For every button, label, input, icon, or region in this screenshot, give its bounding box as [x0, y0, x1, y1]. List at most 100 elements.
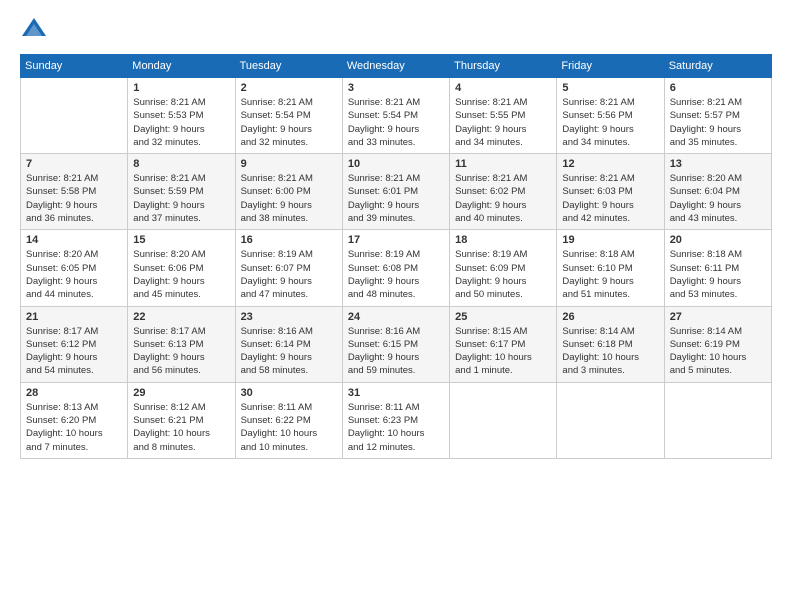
day-number: 12: [562, 158, 658, 170]
day-number: 11: [455, 158, 551, 170]
calendar-cell: [450, 382, 557, 458]
calendar-cell: [21, 78, 128, 154]
day-info: Sunrise: 8:11 AMSunset: 6:23 PMDaylight:…: [348, 401, 444, 454]
calendar-cell: 14Sunrise: 8:20 AMSunset: 6:05 PMDayligh…: [21, 230, 128, 306]
day-info: Sunrise: 8:20 AMSunset: 6:06 PMDaylight:…: [133, 248, 229, 301]
day-header-wednesday: Wednesday: [342, 55, 449, 78]
day-number: 1: [133, 82, 229, 94]
calendar-cell: 23 Sunrise: 8:16 AMSunset: 6:14 PMDayligh…: [235, 306, 342, 382]
day-number: 19: [562, 234, 658, 246]
calendar-cell: 16 Sunrise: 8:19 AMSunset: 6:07 PMDayligh…: [235, 230, 342, 306]
day-info: Sunrise: 8:21 AMSunset: 5:59 PMDaylight:…: [133, 172, 229, 225]
calendar-week-5: 28 Sunrise: 8:13 AMSunset: 6:20 PMDayligh…: [21, 382, 772, 458]
calendar-cell: [557, 382, 664, 458]
day-header-monday: Monday: [128, 55, 235, 78]
day-number: 17: [348, 234, 444, 246]
calendar-cell: 18 Sunrise: 8:19 AMSunset: 6:09 PMDayligh…: [450, 230, 557, 306]
day-number: 5: [562, 82, 658, 94]
day-number: 2: [241, 82, 337, 94]
day-number: 26: [562, 311, 658, 323]
calendar-cell: 27Sunrise: 8:14 AMSunset: 6:19 PMDayligh…: [664, 306, 771, 382]
day-number: 16: [241, 234, 337, 246]
calendar-cell: 15 Sunrise: 8:20 AMSunset: 6:06 PMDayligh…: [128, 230, 235, 306]
day-number: 6: [670, 82, 766, 94]
day-number: 28: [26, 387, 122, 399]
calendar-cell: 1 Sunrise: 8:21 AMSunset: 5:53 PMDaylight…: [128, 78, 235, 154]
day-info: Sunrise: 8:21 AMSunset: 6:01 PMDaylight:…: [348, 172, 444, 225]
day-info: Sunrise: 8:21 AMSunset: 5:55 PMDaylight:…: [455, 96, 551, 149]
day-number: 15: [133, 234, 229, 246]
logo: [20, 16, 52, 44]
day-header-friday: Friday: [557, 55, 664, 78]
day-info: Sunrise: 8:21 AMSunset: 5:57 PMDaylight:…: [670, 96, 766, 149]
day-number: 18: [455, 234, 551, 246]
calendar-cell: 20 Sunrise: 8:18 AMSunset: 6:11 PMDayligh…: [664, 230, 771, 306]
day-number: 4: [455, 82, 551, 94]
day-header-sunday: Sunday: [21, 55, 128, 78]
day-info: Sunrise: 8:19 AMSunset: 6:09 PMDaylight:…: [455, 248, 551, 301]
calendar-week-2: 7 Sunrise: 8:21 AMSunset: 5:58 PMDaylight…: [21, 154, 772, 230]
day-info: Sunrise: 8:16 AMSunset: 6:14 PMDaylight:…: [241, 325, 337, 378]
day-number: 22: [133, 311, 229, 323]
calendar-cell: 6 Sunrise: 8:21 AMSunset: 5:57 PMDaylight…: [664, 78, 771, 154]
calendar-cell: [664, 382, 771, 458]
day-number: 29: [133, 387, 229, 399]
calendar-cell: 7 Sunrise: 8:21 AMSunset: 5:58 PMDaylight…: [21, 154, 128, 230]
day-number: 31: [348, 387, 444, 399]
day-info: Sunrise: 8:14 AMSunset: 6:19 PMDaylight:…: [670, 325, 766, 378]
day-number: 25: [455, 311, 551, 323]
day-info: Sunrise: 8:18 AMSunset: 6:10 PMDaylight:…: [562, 248, 658, 301]
calendar: SundayMondayTuesdayWednesdayThursdayFrid…: [20, 54, 772, 459]
day-info: Sunrise: 8:11 AMSunset: 6:22 PMDaylight:…: [241, 401, 337, 454]
day-number: 8: [133, 158, 229, 170]
calendar-cell: 8 Sunrise: 8:21 AMSunset: 5:59 PMDaylight…: [128, 154, 235, 230]
day-info: Sunrise: 8:15 AMSunset: 6:17 PMDaylight:…: [455, 325, 551, 378]
day-number: 21: [26, 311, 122, 323]
day-number: 23: [241, 311, 337, 323]
day-header-saturday: Saturday: [664, 55, 771, 78]
calendar-cell: 25 Sunrise: 8:15 AMSunset: 6:17 PMDayligh…: [450, 306, 557, 382]
day-info: Sunrise: 8:19 AMSunset: 6:08 PMDaylight:…: [348, 248, 444, 301]
day-number: 7: [26, 158, 122, 170]
day-info: Sunrise: 8:12 AMSunset: 6:21 PMDaylight:…: [133, 401, 229, 454]
day-header-thursday: Thursday: [450, 55, 557, 78]
day-info: Sunrise: 8:21 AMSunset: 6:00 PMDaylight:…: [241, 172, 337, 225]
page: SundayMondayTuesdayWednesdayThursdayFrid…: [0, 0, 792, 612]
calendar-cell: 5Sunrise: 8:21 AMSunset: 5:56 PMDaylight…: [557, 78, 664, 154]
calendar-week-4: 21 Sunrise: 8:17 AMSunset: 6:12 PMDayligh…: [21, 306, 772, 382]
day-info: Sunrise: 8:20 AMSunset: 6:04 PMDaylight:…: [670, 172, 766, 225]
calendar-week-3: 14Sunrise: 8:20 AMSunset: 6:05 PMDayligh…: [21, 230, 772, 306]
calendar-cell: 19 Sunrise: 8:18 AMSunset: 6:10 PMDayligh…: [557, 230, 664, 306]
calendar-cell: 31 Sunrise: 8:11 AMSunset: 6:23 PMDayligh…: [342, 382, 449, 458]
day-number: 9: [241, 158, 337, 170]
day-info: Sunrise: 8:21 AMSunset: 5:54 PMDaylight:…: [348, 96, 444, 149]
day-info: Sunrise: 8:21 AMSunset: 5:53 PMDaylight:…: [133, 96, 229, 149]
logo-icon: [20, 16, 48, 44]
day-info: Sunrise: 8:21 AMSunset: 6:02 PMDaylight:…: [455, 172, 551, 225]
day-number: 20: [670, 234, 766, 246]
day-info: Sunrise: 8:21 AMSunset: 6:03 PMDaylight:…: [562, 172, 658, 225]
calendar-header-row: SundayMondayTuesdayWednesdayThursdayFrid…: [21, 55, 772, 78]
day-info: Sunrise: 8:19 AMSunset: 6:07 PMDaylight:…: [241, 248, 337, 301]
day-number: 30: [241, 387, 337, 399]
day-info: Sunrise: 8:13 AMSunset: 6:20 PMDaylight:…: [26, 401, 122, 454]
day-info: Sunrise: 8:21 AMSunset: 5:58 PMDaylight:…: [26, 172, 122, 225]
day-info: Sunrise: 8:14 AMSunset: 6:18 PMDaylight:…: [562, 325, 658, 378]
calendar-cell: 17 Sunrise: 8:19 AMSunset: 6:08 PMDayligh…: [342, 230, 449, 306]
calendar-cell: 28 Sunrise: 8:13 AMSunset: 6:20 PMDayligh…: [21, 382, 128, 458]
calendar-cell: 21 Sunrise: 8:17 AMSunset: 6:12 PMDayligh…: [21, 306, 128, 382]
calendar-cell: 9 Sunrise: 8:21 AMSunset: 6:00 PMDaylight…: [235, 154, 342, 230]
day-number: 24: [348, 311, 444, 323]
calendar-cell: 2 Sunrise: 8:21 AMSunset: 5:54 PMDaylight…: [235, 78, 342, 154]
day-info: Sunrise: 8:18 AMSunset: 6:11 PMDaylight:…: [670, 248, 766, 301]
calendar-cell: 10 Sunrise: 8:21 AMSunset: 6:01 PMDayligh…: [342, 154, 449, 230]
calendar-cell: 12 Sunrise: 8:21 AMSunset: 6:03 PMDayligh…: [557, 154, 664, 230]
day-info: Sunrise: 8:17 AMSunset: 6:12 PMDaylight:…: [26, 325, 122, 378]
calendar-cell: 13Sunrise: 8:20 AMSunset: 6:04 PMDayligh…: [664, 154, 771, 230]
calendar-cell: 3Sunrise: 8:21 AMSunset: 5:54 PMDaylight…: [342, 78, 449, 154]
day-info: Sunrise: 8:21 AMSunset: 5:54 PMDaylight:…: [241, 96, 337, 149]
day-number: 10: [348, 158, 444, 170]
day-info: Sunrise: 8:20 AMSunset: 6:05 PMDaylight:…: [26, 248, 122, 301]
calendar-cell: 26 Sunrise: 8:14 AMSunset: 6:18 PMDayligh…: [557, 306, 664, 382]
day-info: Sunrise: 8:16 AMSunset: 6:15 PMDaylight:…: [348, 325, 444, 378]
